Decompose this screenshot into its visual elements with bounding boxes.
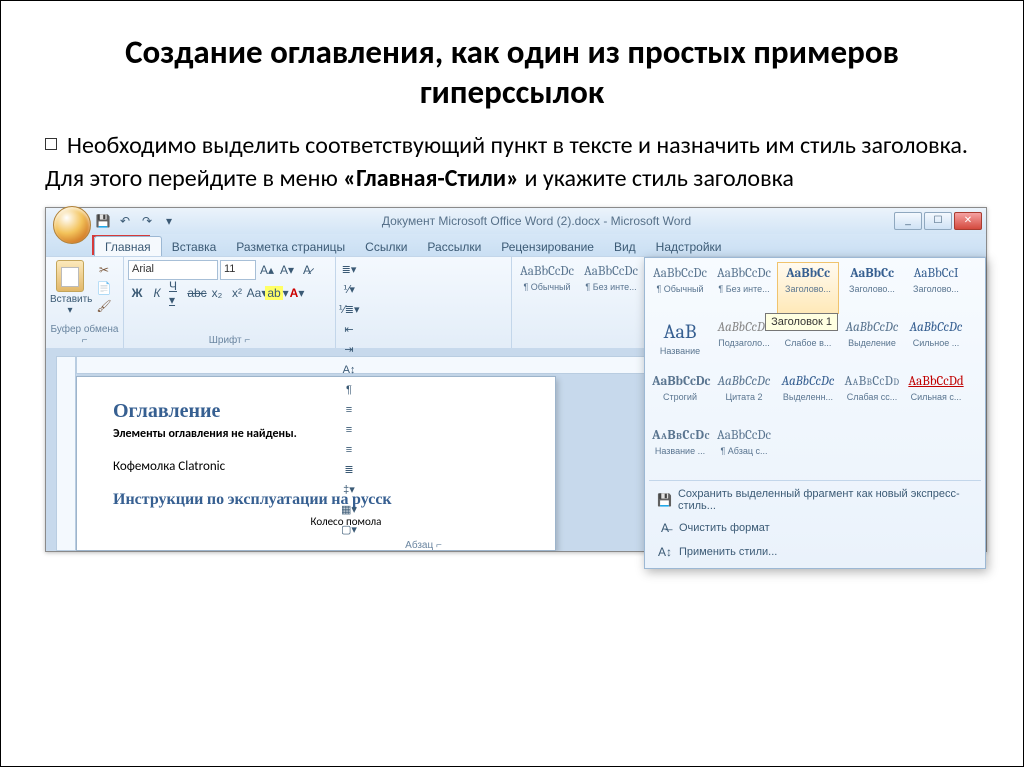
style-gallery-1-4[interactable]: AaBbCcDcСильное ... — [905, 316, 967, 368]
subscript-button[interactable]: x₂ — [208, 283, 226, 303]
style-gallery-1-3[interactable]: AaBbCcDcВыделение — [841, 316, 903, 368]
style-gallery-0-1[interactable]: AaBbCcDc¶ Без инте... — [713, 262, 775, 314]
font-name-select[interactable]: Arial — [128, 260, 218, 280]
qa-save-icon[interactable]: 💾 — [93, 211, 113, 231]
strike-button[interactable]: abc — [188, 283, 206, 303]
ribbon-tab-7[interactable]: Надстройки — [646, 237, 732, 256]
group-clipboard: Вставить ▾ ✂ 📄 🖌 Буфер обмена ⌐ — [46, 257, 124, 348]
group-paragraph: ≣▾ ⅟▾ ⅟≣▾ ⇤ ⇥ A↕ ¶ ≡ ≡ ≡ ≣ ‡▾ ▦▾ — [336, 257, 512, 348]
numbering-button[interactable]: ⅟▾ — [340, 280, 358, 300]
word-window: 💾 ↶ ↷ ▾ Документ Microsoft Office Word (… — [45, 207, 987, 552]
multilevel-button[interactable]: ⅟≣▾ — [340, 300, 358, 320]
style-quick-0[interactable]: AaBbCcDc¶ Обычный — [516, 260, 578, 312]
style-gallery-3-1[interactable]: AaBbCcDc¶ Абзац с... — [713, 424, 775, 476]
ribbon-tab-5[interactable]: Рецензирование — [491, 237, 604, 256]
ribbon-tab-4[interactable]: Рассылки — [417, 237, 491, 256]
underline-button[interactable]: Ч ▾ — [168, 283, 186, 303]
cut-icon[interactable]: ✂ — [94, 262, 114, 278]
styles-footer-0[interactable]: 💾Сохранить выделенный фрагмент как новый… — [649, 484, 981, 516]
style-gallery-2-3[interactable]: AaBbCcDdСлабая сс... — [841, 370, 903, 422]
grow-font-icon[interactable]: A▴ — [258, 260, 276, 280]
highlight-button[interactable]: ab▾ — [268, 283, 286, 303]
style-gallery-3-0[interactable]: AaBbCcDcНазвание ... — [649, 424, 711, 476]
shrink-font-icon[interactable]: A▾ — [278, 260, 296, 280]
footer-icon-2: A↕ — [657, 544, 673, 560]
footer-icon-0: 💾 — [657, 492, 672, 508]
sort-button[interactable]: A↕ — [340, 360, 358, 380]
format-painter-icon[interactable]: 🖌 — [94, 298, 114, 314]
superscript-button[interactable]: x² — [228, 283, 246, 303]
vertical-ruler — [56, 356, 76, 551]
slide-title: Создание оглавления, как один из простых… — [45, 33, 979, 112]
style-gallery-0-2[interactable]: AaBbCcЗаголово... — [777, 262, 839, 314]
style-gallery-2-0[interactable]: AaBbCcDcСтрогий — [649, 370, 711, 422]
font-color-button[interactable]: A▾ — [288, 283, 306, 303]
group-label-font: Шрифт ⌐ — [128, 335, 331, 347]
styles-footer-2[interactable]: A↕Применить стили... — [649, 540, 981, 564]
title-bar: 💾 ↶ ↷ ▾ Документ Microsoft Office Word (… — [46, 208, 986, 234]
ribbon: Вставить ▾ ✂ 📄 🖌 Буфер обмена ⌐ Arial 11 — [46, 256, 986, 348]
bold-button[interactable]: Ж — [128, 283, 146, 303]
qa-customize-icon[interactable]: ▾ — [159, 211, 179, 231]
style-quick-1[interactable]: AaBbCcDc¶ Без инте... — [580, 260, 642, 312]
line-spacing-button[interactable]: ‡▾ — [340, 480, 358, 500]
ribbon-tab-0[interactable]: Главная — [94, 236, 162, 256]
styles-footer-1[interactable]: A̶Очистить формат — [649, 516, 981, 540]
indent-dec-button[interactable]: ⇤ — [340, 320, 358, 340]
window-title: Документ Microsoft Office Word (2).docx … — [179, 214, 894, 228]
clear-format-icon[interactable]: A̷ — [298, 260, 316, 280]
tooltip-style: Заголовок 1 — [765, 313, 838, 331]
maximize-button[interactable]: ☐ — [924, 212, 952, 230]
borders-button[interactable]: ▢▾ — [340, 520, 358, 540]
bullet-icon — [45, 138, 57, 150]
office-button[interactable] — [53, 206, 91, 244]
qa-undo-icon[interactable]: ↶ — [115, 211, 135, 231]
minimize-button[interactable]: _ — [894, 212, 922, 230]
shading-button[interactable]: ▦▾ — [340, 500, 358, 520]
group-label-paragraph: Абзац ⌐ — [340, 540, 507, 552]
style-gallery-2-4[interactable]: AaBbCcDdСильная с... — [905, 370, 967, 422]
qa-redo-icon[interactable]: ↷ — [137, 211, 157, 231]
group-font: Arial 11 A▴ A▾ A̷ Ж К Ч ▾ abc x₂ x² Aa▾ — [124, 257, 336, 348]
group-label-clipboard: Буфер обмена ⌐ — [50, 324, 119, 347]
slide-body: Необходимо выделить соответствующий пунк… — [45, 130, 979, 195]
change-case-button[interactable]: Aa▾ — [248, 283, 266, 303]
ribbon-tab-1[interactable]: Вставка — [162, 237, 227, 256]
close-button[interactable]: ✕ — [954, 212, 982, 230]
style-gallery-2-1[interactable]: AaBbCcDcЦитата 2 — [713, 370, 775, 422]
italic-button[interactable]: К — [148, 283, 166, 303]
copy-icon[interactable]: 📄 — [94, 280, 114, 296]
styles-gallery-popup: AaBbCcDc¶ ОбычныйAaBbCcDc¶ Без инте...Aa… — [644, 257, 986, 569]
style-gallery-0-0[interactable]: AaBbCcDc¶ Обычный — [649, 262, 711, 314]
footer-icon-1: A̶ — [657, 520, 673, 536]
style-gallery-2-2[interactable]: AaBbCcDcВыделенн... — [777, 370, 839, 422]
bullets-button[interactable]: ≣▾ — [340, 260, 358, 280]
paste-icon — [56, 260, 84, 292]
indent-inc-button[interactable]: ⇥ — [340, 340, 358, 360]
font-size-select[interactable]: 11 — [220, 260, 256, 280]
style-gallery-1-0[interactable]: AaBНазвание — [649, 316, 711, 368]
ribbon-tab-3[interactable]: Ссылки — [355, 237, 417, 256]
style-gallery-0-3[interactable]: AaBbCcЗаголово... — [841, 262, 903, 314]
style-gallery-0-4[interactable]: AaBbCcIЗаголово... — [905, 262, 967, 314]
ribbon-tab-2[interactable]: Разметка страницы — [226, 237, 355, 256]
align-right-button[interactable]: ≡ — [340, 440, 358, 460]
justify-button[interactable]: ≣ — [340, 460, 358, 480]
paste-button[interactable]: Вставить ▾ — [50, 260, 90, 316]
ribbon-tab-6[interactable]: Вид — [604, 237, 646, 256]
align-left-button[interactable]: ≡ — [340, 400, 358, 420]
show-marks-button[interactable]: ¶ — [340, 380, 358, 400]
ribbon-tabs: ГлавнаяВставкаРазметка страницыСсылкиРас… — [46, 234, 986, 256]
align-center-button[interactable]: ≡ — [340, 420, 358, 440]
